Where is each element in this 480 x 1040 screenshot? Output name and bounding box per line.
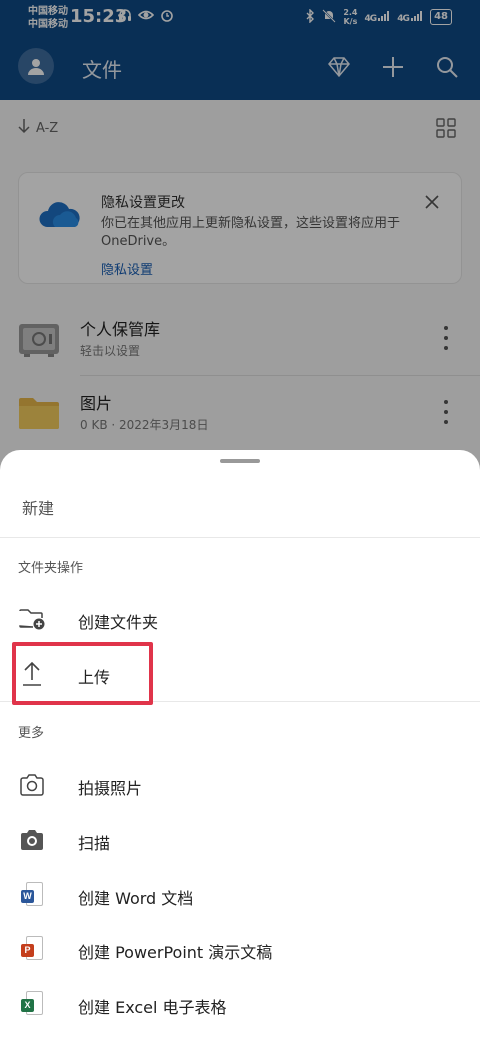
scan-camera-icon	[18, 826, 46, 854]
powerpoint-icon: P	[18, 935, 46, 963]
sheet-title: 新建	[22, 499, 55, 518]
camera-icon	[18, 771, 46, 799]
create-powerpoint-button[interactable]: P 创建 PowerPoint 演示文稿	[0, 924, 480, 974]
drag-handle[interactable]	[220, 459, 260, 463]
powerpoint-badge: P	[21, 944, 34, 957]
create-excel-button[interactable]: X 创建 Excel 电子表格	[0, 979, 480, 1029]
item-label: 创建文件夹	[78, 613, 159, 632]
section-label-more: 更多	[18, 726, 45, 741]
new-item-bottom-sheet: 新建 文件夹操作 创建文件夹 上传 更多 拍摄照片 扫描 W 创建 Word 文…	[0, 450, 480, 1040]
highlight-annotation	[12, 642, 153, 705]
create-folder-button[interactable]: 创建文件夹	[0, 594, 480, 644]
word-icon: W	[18, 881, 46, 909]
excel-badge: X	[21, 999, 34, 1012]
take-photo-button[interactable]: 拍摄照片	[0, 760, 480, 810]
scan-button[interactable]: 扫描	[0, 815, 480, 865]
item-label: 创建 PowerPoint 演示文稿	[78, 943, 273, 962]
item-label: 创建 Excel 电子表格	[78, 998, 227, 1017]
word-badge: W	[21, 890, 34, 903]
divider	[0, 537, 480, 538]
item-label: 拍摄照片	[78, 779, 143, 798]
excel-icon: X	[18, 990, 46, 1018]
section-label-folder: 文件夹操作	[18, 561, 84, 576]
create-folder-icon	[18, 605, 46, 633]
item-label: 创建 Word 文档	[78, 889, 194, 908]
item-label: 扫描	[78, 834, 111, 853]
create-word-button[interactable]: W 创建 Word 文档	[0, 870, 480, 920]
